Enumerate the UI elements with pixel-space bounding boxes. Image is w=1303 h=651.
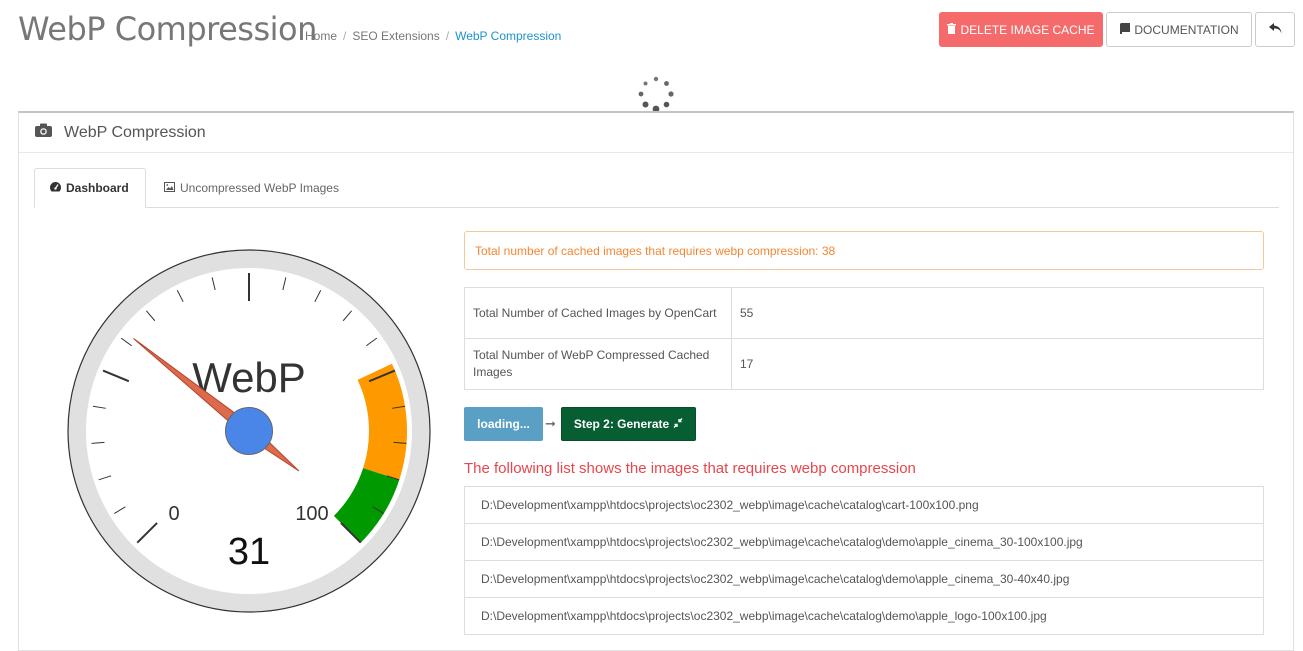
step2-generate-label: Step 2: Generate [573,417,670,431]
image-icon [164,181,175,195]
list-item: D:\Development\xampp\htdocs\projects\oc2… [464,486,1264,524]
list-item: D:\Development\xampp\htdocs\projects\oc2… [464,560,1264,598]
stats-value-webp-compressed: 17 [731,338,1264,390]
step1-loading-button[interactable]: loading... [464,407,543,441]
trash-icon [947,22,957,37]
gauge-value: 31 [228,531,270,573]
tab-dashboard-label: Dashboard [66,181,129,195]
stats-label-webp-compressed: Total Number of WebP Compressed Cached I… [464,338,732,390]
stats-value-total-cached: 55 [731,287,1264,339]
loading-spinner-icon [638,76,674,113]
gauge-hub [225,407,273,455]
camera-icon [35,123,52,142]
compress-icon [673,417,683,431]
documentation-button[interactable]: DOCUMENTATION [1106,12,1252,47]
page-title: WebP Compression [18,10,317,48]
table-row: Total Number of WebP Compressed Cached I… [464,338,1264,390]
list-item: D:\Development\xampp\htdocs\projects\oc2… [464,597,1264,635]
dashboard-icon [50,181,61,195]
reply-icon [1268,21,1282,38]
uncompressed-list-heading: The following list shows the images that… [464,460,916,477]
breadcrumb: Home / SEO Extensions / WebP Compression [305,29,561,43]
tab-uncompressed-label: Uncompressed WebP Images [180,180,339,195]
breadcrumb-home[interactable]: Home [305,29,337,43]
breadcrumb-webp-compression[interactable]: WebP Compression [455,29,561,43]
panel-title: WebP Compression [64,123,206,141]
breadcrumb-separator: / [445,29,450,43]
table-row: Total Number of Cached Images by OpenCar… [464,287,1264,339]
delete-image-cache-label: DELETE IMAGE CACHE [960,22,1095,37]
cached-images-alert: Total number of cached images that requi… [464,231,1264,270]
documentation-label: DOCUMENTATION [1134,22,1239,37]
gauge-max-label: 100 [295,503,328,525]
tab-bar: Dashboard Uncompressed WebP Images [34,168,1279,208]
panel-heading: WebP Compression [19,113,1293,153]
webp-gauge: WebP 0 100 31 [67,249,431,613]
stats-table: Total Number of Cached Images by OpenCar… [464,287,1264,390]
back-button[interactable] [1255,12,1295,47]
step2-generate-button[interactable]: Step 2: Generate [561,407,696,441]
book-icon [1119,22,1131,37]
uncompressed-file-list: D:\Development\xampp\htdocs\projects\oc2… [464,486,1264,635]
stats-label-total-cached: Total Number of Cached Images by OpenCar… [464,287,732,339]
list-item: D:\Development\xampp\htdocs\projects\oc2… [464,523,1264,561]
delete-image-cache-button[interactable]: DELETE IMAGE CACHE [939,12,1103,47]
gauge-min-label: 0 [168,503,179,525]
arrow-right-icon: ➞ [545,416,556,431]
breadcrumb-seo-extensions[interactable]: SEO Extensions [352,29,439,43]
tab-dashboard[interactable]: Dashboard [34,168,146,208]
breadcrumb-separator: / [343,29,347,43]
tab-uncompressed-webp-images[interactable]: Uncompressed WebP Images [149,168,354,207]
